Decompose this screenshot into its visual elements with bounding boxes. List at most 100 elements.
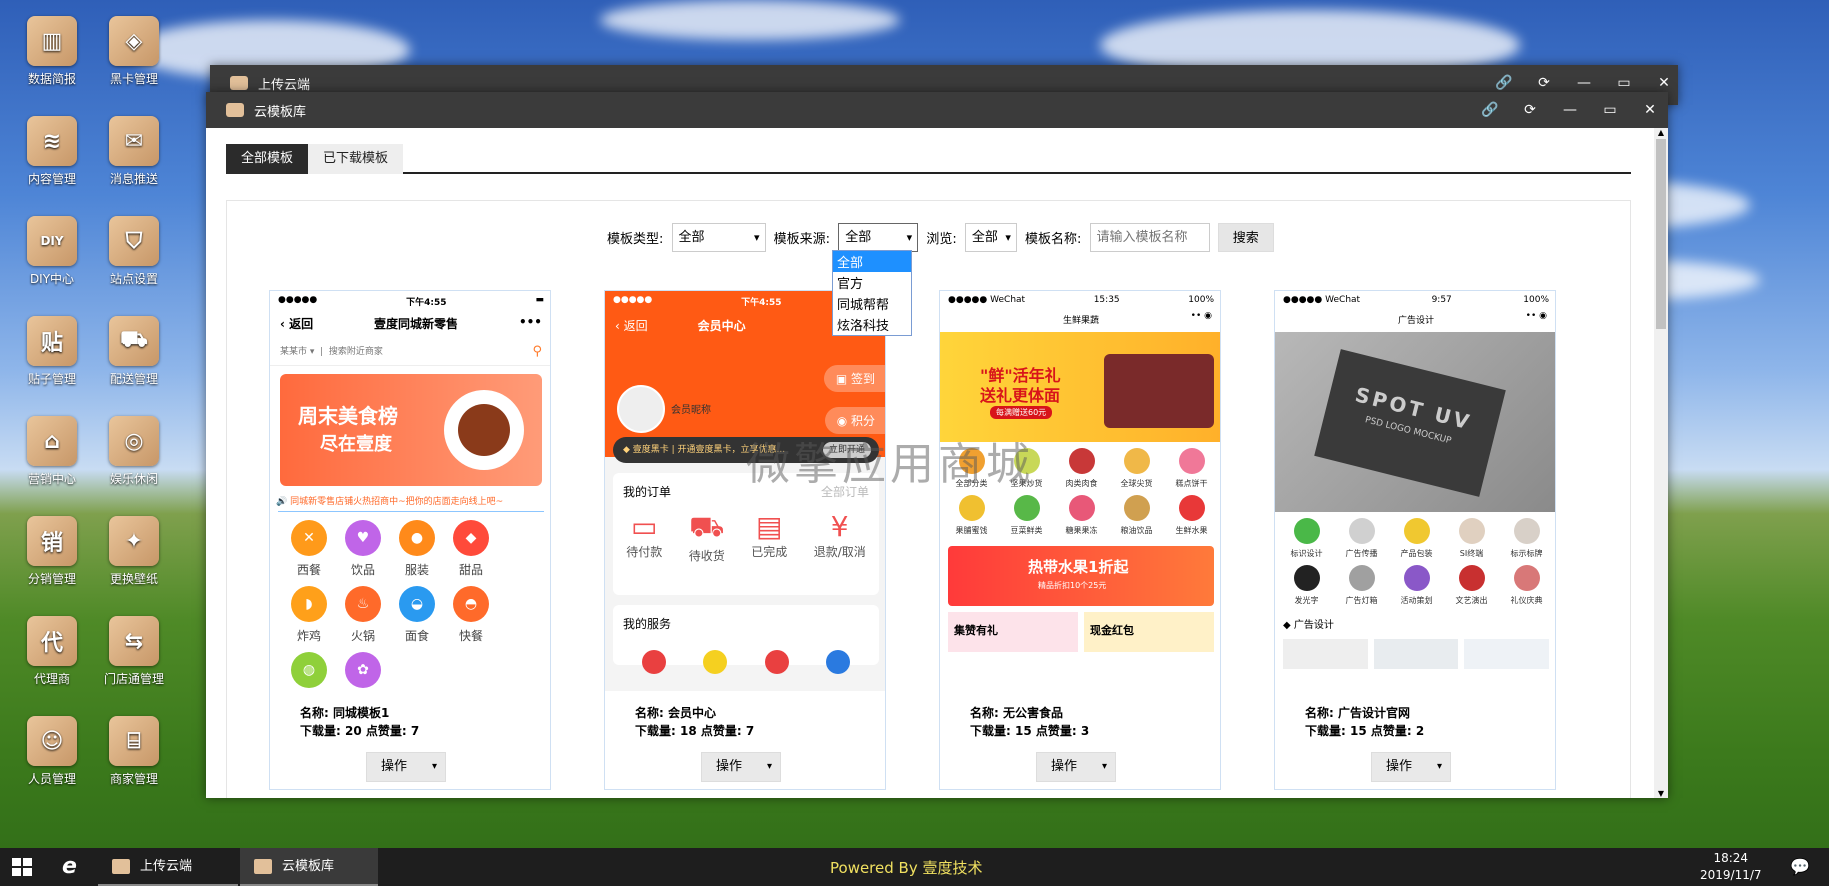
source-option-xuanluo[interactable]: 炫洛科技 [833,314,911,335]
desktop-icon-label: 门店通管理 [103,672,164,686]
desktop-icon[interactable]: ✦ 更换壁纸 [94,516,174,587]
ie-icon[interactable]: e [62,854,77,879]
cloud-upload-icon [230,76,248,90]
app-icon: ⛉ [109,216,159,266]
source-option-tongcheng[interactable]: 同城帮帮 [833,293,911,314]
refresh-icon[interactable]: ⟳ [1520,101,1540,119]
refresh-icon[interactable]: ⟳ [1534,74,1554,92]
cloud-icon [226,103,244,117]
app-icon: ⌸ [109,716,159,766]
maximize-icon[interactable]: ▭ [1600,101,1620,119]
scrollbar[interactable]: ▲ ▼ [1654,128,1668,798]
cloud-template-window: 云模板库 🔗 ⟳ — ▭ ✕ 全部模板已下载模板 模板类型: 全部 模板来源: … [206,92,1668,798]
notification-icon[interactable]: 💬 [1790,857,1810,876]
search-icon: ⚲ [532,344,542,359]
app-icon: ☺ [27,716,77,766]
desktop-icon[interactable]: ⛉ 站点设置 [94,216,174,287]
app-icon: ⇆ [109,616,159,666]
desktop-icon-label: 娱乐休闲 [109,472,158,486]
desktop-icon-label: 贴子管理 [27,372,76,386]
template-card[interactable]: ●●●●●下午4:55▬ ‹ 返回 会员中心 会员昵称 ▣ 签到 ◉ 积分 ◆ … [604,290,886,790]
powered-by: Powered By 壹度技术 [830,859,983,877]
desktop-icon[interactable]: ✉ 消息推送 [94,116,174,187]
card-name: 同城模板1 [333,706,390,720]
app-icon: ≋ [27,116,77,166]
browse-label: 浏览: [926,232,957,247]
name-search-input[interactable] [1089,223,1210,252]
operate-button[interactable]: 操作 [701,752,781,782]
maximize-icon[interactable]: ▭ [1614,74,1634,92]
app-icon: ⛟ [109,316,159,366]
filter-bar: 模板类型: 全部 模板来源: 全部 浏览: 全部 模板名称: 搜索 [607,223,1274,252]
desktop-icon[interactable]: ≋ 内容管理 [12,116,92,187]
minimize-icon[interactable]: — [1574,74,1594,92]
desktop-icon-label: 人员管理 [27,772,76,786]
card-info: 名称: 同城模板1 下载量: 20 点赞量: 7 [300,706,420,738]
app-icon: ▥ [27,16,77,66]
source-dropdown-list: 全部 官方 同城帮帮 炫洛科技 [832,250,912,336]
app-icon: 贴 [27,316,77,366]
desktop-icon-label: 更换壁纸 [109,572,158,586]
task-cloud-template[interactable]: 云模板库 [240,848,378,886]
tab-bar: 全部模板 已下载模板 [226,144,1631,174]
card-name: 广告设计官网 [1338,706,1411,720]
source-select[interactable]: 全部 [838,223,919,252]
app-icon: ✦ [109,516,159,566]
window-title: 上传云端 [258,77,311,93]
source-option-official[interactable]: 官方 [833,272,911,293]
template-card[interactable]: ●●●●● 下午4:55 ▬ ‹ 返回 壹度同城新零售 ••• 某某市 ▾ | 搜索附… [269,290,551,790]
task-upload-cloud[interactable]: 上传云端 [98,848,238,886]
banner: "鲜"活年礼 送礼更体面 每满赠送60元 [940,332,1220,442]
watermark: 微擎应用商城 [746,439,1034,490]
card-name: 无公害食品 [1003,706,1064,720]
desktop-icon[interactable]: ⌸ 商家管理 [94,716,174,787]
browse-select[interactable]: 全部 [964,223,1017,252]
operate-button[interactable]: 操作 [366,752,446,782]
link-icon[interactable]: 🔗 [1480,101,1500,119]
desktop-icon[interactable]: ◎ 娱乐休闲 [94,416,174,487]
search-button[interactable]: 搜索 [1217,223,1274,252]
desktop-icon[interactable]: 代代理商 [12,616,92,687]
window-title: 云模板库 [254,104,307,120]
desktop-icon[interactable]: 销分销管理 [12,516,92,587]
desktop-icon-label: 站点设置 [109,272,158,286]
close-icon[interactable]: ✕ [1654,74,1674,92]
app-icon: DIY [27,216,77,266]
desktop-icon-label: 营销中心 [27,472,76,486]
type-select[interactable]: 全部 [671,223,766,252]
close-icon[interactable]: ✕ [1640,101,1660,119]
desktop-icon[interactable]: ⇆ 门店通管理 [94,616,174,687]
desktop-icon[interactable]: ⌂ 营销中心 [12,416,92,487]
desktop-icon[interactable]: ☺ 人员管理 [12,716,92,787]
desktop-icon[interactable]: ⛟ 配送管理 [94,316,174,387]
desktop-icon-label: DIY中心 [29,272,75,286]
banner: SPOT UV PSD LOGO MOCKUP [1275,332,1555,512]
app-icon: ⌂ [27,416,77,466]
tab-downloaded[interactable]: 已下载模板 [308,144,404,174]
start-button[interactable] [12,858,32,876]
app-icon: ◎ [109,416,159,466]
app-icon: ◈ [109,16,159,66]
template-card[interactable]: ●●●●● WeChat 9:57 100% 广告设计 •• ◉ SPOT UV PS… [1274,290,1556,790]
desktop-icon[interactable]: ◈ 黑卡管理 [94,16,174,87]
operate-button[interactable]: 操作 [1036,752,1116,782]
minimize-icon[interactable]: — [1560,101,1580,119]
desktop-icon-label: 黑卡管理 [109,72,158,86]
desktop-icon-label: 代理商 [33,672,70,686]
desktop-icon[interactable]: 贴贴子管理 [12,316,92,387]
source-label: 模板来源: [773,232,831,247]
scrollbar-thumb[interactable] [1656,139,1666,329]
link-icon[interactable]: 🔗 [1494,74,1514,92]
tab-all-templates[interactable]: 全部模板 [226,144,309,174]
desktop-icon[interactable]: ▥ 数据简报 [12,16,92,87]
desktop-icon[interactable]: DIY DIY中心 [12,216,92,287]
template-card[interactable]: ●●●●● WeChat 15:35 100% 生鲜果蔬 •• ◉ "鲜"活年礼 送礼… [939,290,1221,790]
clock: 18:24 2019/11/7 [1700,851,1762,882]
source-option-all[interactable]: 全部 [833,251,911,272]
template-preview: ●●●●● 下午4:55 ▬ ‹ 返回 壹度同城新零售 ••• 某某市 ▾ | 搜索附… [270,291,550,691]
app-icon: ✉ [109,116,159,166]
operate-button[interactable]: 操作 [1371,752,1451,782]
back-link: ‹ 返回 [280,317,314,331]
desktop-icon-label: 商家管理 [109,772,158,786]
taskbar: e 上传云端 云模板库 Powered By 壹度技术 18:24 2019/11… [0,848,1829,886]
